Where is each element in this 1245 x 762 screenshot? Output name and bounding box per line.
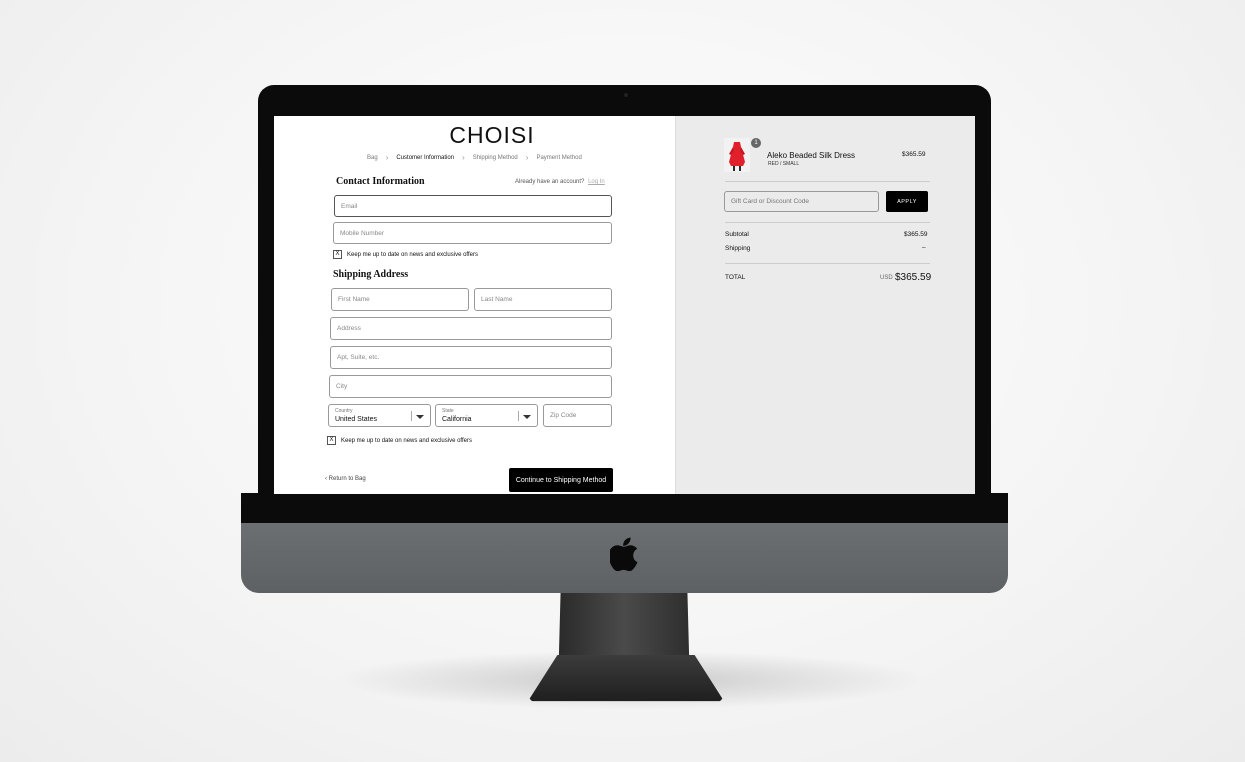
account-prompt-text: Already have an account? bbox=[515, 179, 585, 185]
state-value: California bbox=[442, 416, 472, 423]
address-field[interactable]: Address bbox=[330, 317, 612, 340]
total-currency: USD bbox=[880, 275, 893, 281]
newsletter-checkbox-row[interactable]: X Keep me up to date on news and exclusi… bbox=[333, 250, 478, 259]
chevron-right-icon: › bbox=[462, 153, 465, 162]
caret-down-icon bbox=[416, 415, 424, 419]
monitor-foot bbox=[528, 655, 724, 702]
apple-logo-icon bbox=[610, 537, 638, 571]
product-price: $365.59 bbox=[902, 151, 926, 158]
breadcrumb-shipping-method[interactable]: Shipping Method bbox=[473, 155, 518, 161]
first-name-placeholder: First Name bbox=[338, 296, 370, 303]
continue-to-shipping-button[interactable]: Continue to Shipping Method bbox=[509, 468, 613, 492]
city-placeholder: City bbox=[336, 383, 348, 390]
select-divider bbox=[411, 411, 412, 421]
shipping-address-title: Shipping Address bbox=[333, 269, 409, 280]
divider bbox=[725, 181, 930, 182]
zip-placeholder: Zip Code bbox=[550, 412, 577, 419]
newsletter-checkbox[interactable]: X bbox=[333, 250, 342, 259]
contact-information-title: Contact Information bbox=[336, 176, 425, 187]
country-value: United States bbox=[335, 416, 378, 423]
select-divider bbox=[518, 411, 519, 421]
country-label: Country bbox=[335, 408, 353, 414]
shipping-value: – bbox=[922, 244, 926, 251]
first-name-field[interactable]: First Name bbox=[331, 288, 469, 311]
newsletter-label: Keep me up to date on news and exclusive… bbox=[347, 251, 478, 258]
email-field[interactable]: Email bbox=[334, 195, 612, 217]
product-variant: RED / SMALL bbox=[768, 161, 800, 167]
account-prompt: Already have an account? Log In bbox=[515, 179, 605, 185]
email-placeholder: Email bbox=[341, 202, 358, 210]
apply-button[interactable]: APPLY bbox=[886, 191, 928, 212]
shipping-newsletter-checkbox[interactable]: X bbox=[327, 436, 336, 445]
chevron-right-icon: › bbox=[525, 153, 529, 162]
mobile-placeholder: Mobile Number bbox=[340, 229, 385, 237]
caret-down-icon bbox=[523, 415, 531, 419]
camera bbox=[624, 93, 628, 97]
total-value: $365.59 bbox=[895, 272, 932, 283]
divider bbox=[725, 263, 930, 264]
chevron-right-icon: › bbox=[385, 153, 389, 162]
apt-placeholder: Apt, Suite, etc. bbox=[337, 354, 380, 361]
breadcrumb-bag[interactable]: Bag bbox=[367, 155, 378, 161]
state-select[interactable]: State California bbox=[435, 404, 538, 427]
mobile-number-field[interactable]: Mobile Number bbox=[333, 222, 612, 244]
screen: CHOISI Bag › Customer Information › Ship… bbox=[274, 116, 975, 494]
discount-code-field[interactable]: Gift Card or Discount Code bbox=[724, 191, 879, 212]
order-summary-panel: 1 Aleko Beaded Silk Dress RED / SMALL $3… bbox=[675, 116, 975, 494]
last-name-field[interactable]: Last Name bbox=[474, 288, 612, 311]
breadcrumb-customer-information[interactable]: Customer Information bbox=[396, 155, 454, 161]
quantity-badge: 1 bbox=[751, 138, 761, 148]
breadcrumb: Bag › Customer Information › Shipping Me… bbox=[367, 153, 627, 162]
subtotal-value: $365.59 bbox=[904, 231, 928, 238]
monitor-bezel-bottom bbox=[241, 493, 1008, 525]
checkout-form-panel: CHOISI Bag › Customer Information › Ship… bbox=[274, 116, 675, 494]
subtotal-label: Subtotal bbox=[725, 231, 749, 238]
login-link[interactable]: Log In bbox=[588, 179, 605, 185]
divider bbox=[725, 222, 930, 223]
product-thumbnail[interactable] bbox=[724, 138, 750, 172]
discount-placeholder: Gift Card or Discount Code bbox=[731, 198, 810, 205]
country-select[interactable]: Country United States bbox=[328, 404, 431, 427]
shipping-label: Shipping bbox=[725, 245, 751, 252]
shipping-newsletter-checkbox-row[interactable]: X Keep me up to date on news and exclusi… bbox=[327, 436, 472, 445]
last-name-placeholder: Last Name bbox=[481, 296, 513, 303]
zip-code-field[interactable]: Zip Code bbox=[543, 404, 612, 427]
shipping-newsletter-label: Keep me up to date on news and exclusive… bbox=[341, 437, 472, 444]
city-field[interactable]: City bbox=[329, 375, 612, 398]
state-label: State bbox=[442, 408, 454, 414]
apt-suite-field[interactable]: Apt, Suite, etc. bbox=[330, 346, 612, 369]
return-to-bag-link[interactable]: ‹ Return to Bag bbox=[325, 476, 366, 482]
breadcrumb-payment-method[interactable]: Payment Method bbox=[536, 155, 581, 161]
address-placeholder: Address bbox=[337, 325, 361, 332]
brand-logo[interactable]: CHOISI bbox=[434, 122, 550, 149]
return-label: Return to Bag bbox=[328, 476, 366, 482]
product-name: Aleko Beaded Silk Dress bbox=[767, 151, 856, 160]
total-label: TOTAL bbox=[725, 274, 746, 281]
